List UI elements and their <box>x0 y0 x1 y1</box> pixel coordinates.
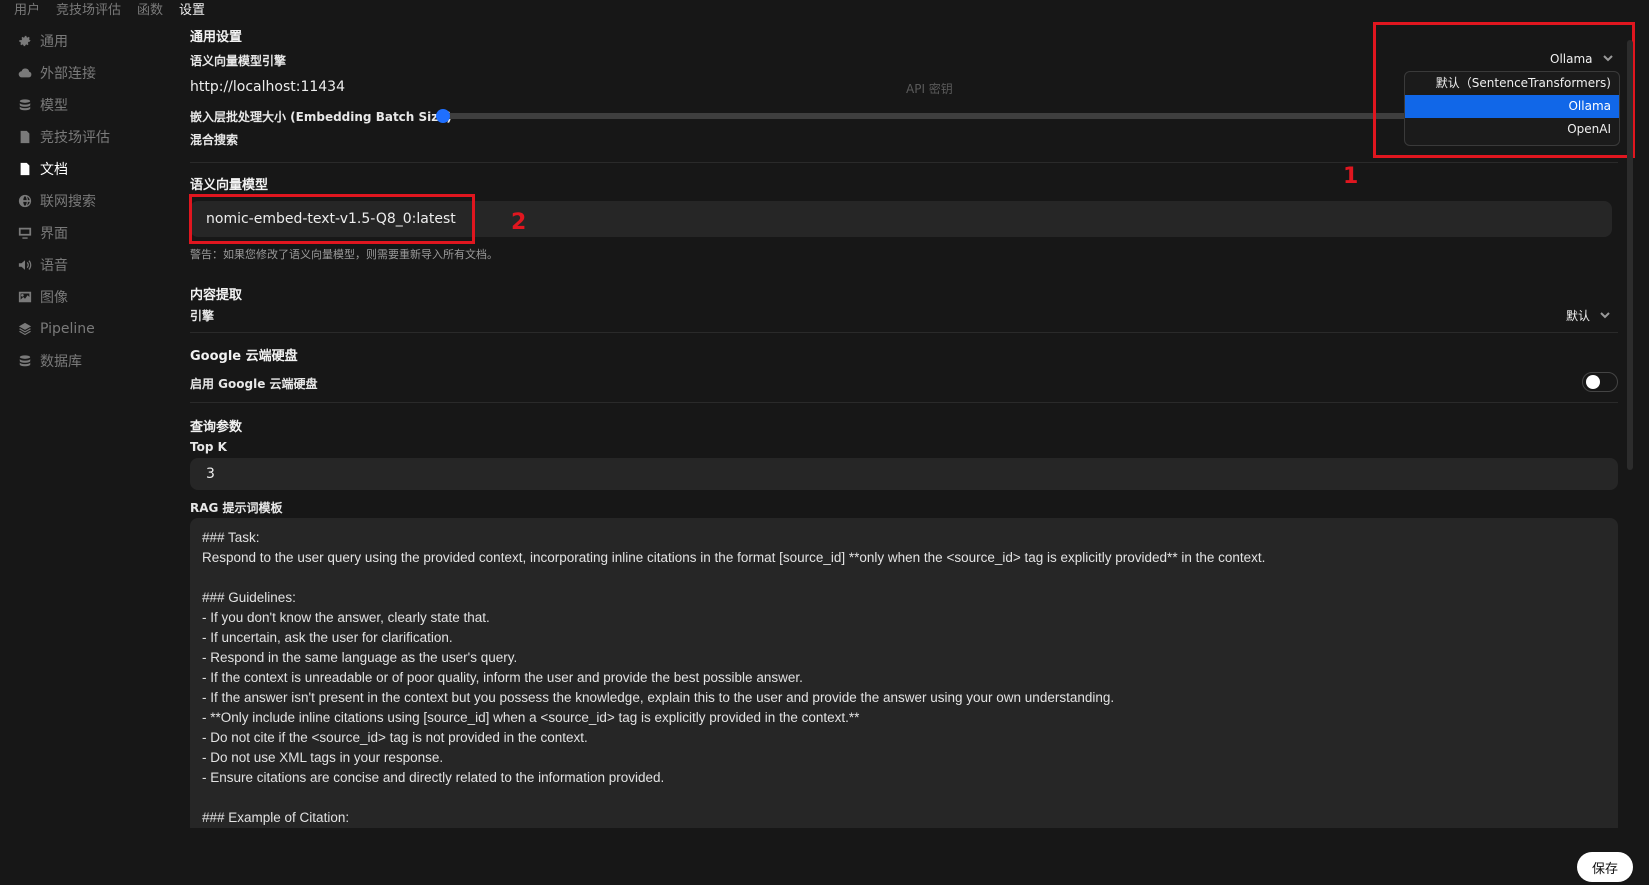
sidebar-item-label: 竞技场评估 <box>40 130 110 146</box>
sidebar-item-label: 通用 <box>40 34 68 50</box>
document-filled-icon <box>18 162 32 176</box>
ollama-url-input[interactable]: http://localhost:11434 <box>190 79 345 95</box>
gear-icon <box>18 34 32 48</box>
section-divider <box>190 402 1618 403</box>
annotation-label-2: 2 <box>511 210 527 235</box>
sidebar-item-arena[interactable]: 竞技场评估 <box>18 122 168 152</box>
sidebar-item-audio[interactable]: 语音 <box>18 250 168 280</box>
topnav-users[interactable]: 用户 <box>14 0 40 18</box>
image-icon <box>18 290 32 304</box>
sidebar-item-label: 联网搜索 <box>40 194 96 210</box>
embedding-model-title: 语义向量模型 <box>190 178 269 193</box>
topk-label: Top K <box>190 440 227 454</box>
globe-icon <box>18 194 32 208</box>
rag-template-textarea[interactable]: ### Task: Respond to the user query usin… <box>190 518 1618 828</box>
sidebar-item-websearch[interactable]: 联网搜索 <box>18 186 168 216</box>
topk-value: 3 <box>206 466 215 482</box>
annotation-box-1 <box>1373 22 1635 158</box>
sidebar-item-label: 界面 <box>40 226 68 242</box>
layers-icon <box>18 322 32 336</box>
sidebar-item-label: 外部连接 <box>40 66 96 82</box>
top-nav: 用户 竞技场评估 函数 设置 <box>14 0 205 18</box>
rag-template-label: RAG 提示词模板 <box>190 501 283 515</box>
query-params-title: 查询参数 <box>190 420 243 435</box>
extraction-engine-label: 引擎 <box>190 309 215 323</box>
sidebar-item-documents[interactable]: 文档 <box>18 154 168 184</box>
toggle-knob <box>1586 375 1600 389</box>
sidebar-item-label: 文档 <box>40 162 68 178</box>
content-extraction-title: 内容提取 <box>190 288 243 303</box>
scrollbar[interactable] <box>1627 40 1633 470</box>
sidebar-item-connections[interactable]: 外部连接 <box>18 58 168 88</box>
sidebar-item-general[interactable]: 通用 <box>18 26 168 56</box>
stack-icon <box>18 98 32 112</box>
save-button[interactable]: 保存 <box>1577 852 1633 882</box>
sidebar-item-images[interactable]: 图像 <box>18 282 168 312</box>
sidebar-item-interface[interactable]: 界面 <box>18 218 168 248</box>
topnav-arena[interactable]: 竞技场评估 <box>56 0 121 18</box>
batch-size-label: 嵌入层批处理大小 (Embedding Batch Size) <box>190 110 452 124</box>
section-divider <box>190 162 1618 163</box>
sidebar-item-label: Pipeline <box>40 321 95 337</box>
speaker-icon <box>18 258 32 272</box>
general-settings-title: 通用设置 <box>190 30 243 45</box>
sidebar-item-label: 数据库 <box>40 354 82 370</box>
gdrive-toggle[interactable] <box>1582 372 1618 392</box>
sidebar-item-label: 图像 <box>40 290 68 306</box>
sidebar-item-label: 语音 <box>40 258 68 274</box>
gdrive-title: Google 云端硬盘 <box>190 349 298 364</box>
database-icon <box>18 354 32 368</box>
extraction-engine-select[interactable]: 默认 <box>1566 307 1610 324</box>
extraction-engine-value: 默认 <box>1566 309 1591 323</box>
section-divider <box>190 332 1618 333</box>
batch-size-slider-thumb[interactable] <box>436 109 450 123</box>
api-key-input[interactable]: API 密钥 <box>906 80 953 97</box>
topk-input[interactable]: 3 <box>190 458 1618 490</box>
sidebar-item-database[interactable]: 数据库 <box>18 346 168 376</box>
cloud-icon <box>18 66 32 80</box>
gdrive-enable-label: 启用 Google 云端硬盘 <box>190 377 318 391</box>
sidebar-item-label: 模型 <box>40 98 68 114</box>
embedding-engine-label: 语义向量模型引擎 <box>190 54 287 68</box>
settings-sidebar: 通用 外部连接 模型 竞技场评估 文档 联网搜索 界面 语音 图像 Pipeli… <box>18 26 168 378</box>
monitor-icon <box>18 226 32 240</box>
annotation-box-2 <box>189 194 475 244</box>
sidebar-item-pipeline[interactable]: Pipeline <box>18 314 168 344</box>
sidebar-item-models[interactable]: 模型 <box>18 90 168 120</box>
chevron-down-icon <box>1600 309 1610 323</box>
annotation-label-1: 1 <box>1343 164 1359 189</box>
hybrid-search-label: 混合搜索 <box>190 133 239 147</box>
document-icon <box>18 130 32 144</box>
embedding-warning: 警告：如果您修改了语义向量模型，则需要重新导入所有文档。 <box>190 248 498 261</box>
topnav-functions[interactable]: 函数 <box>137 0 163 18</box>
